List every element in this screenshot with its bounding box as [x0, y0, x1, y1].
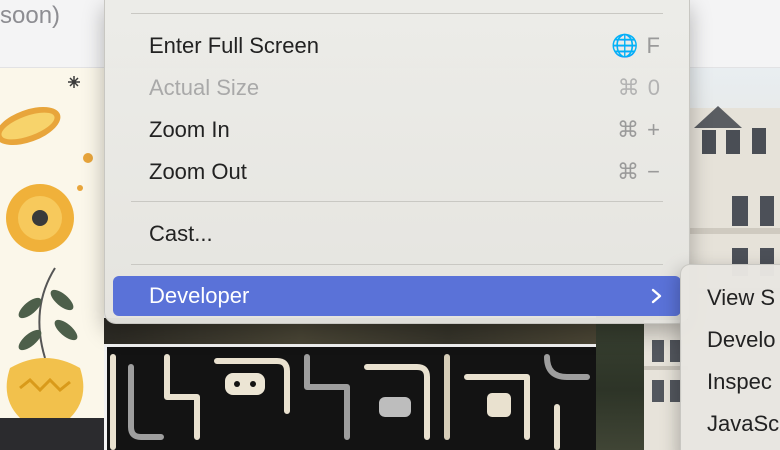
menu-item-enter-full-screen[interactable]: Enter Full Screen 🌐 F — [113, 26, 681, 66]
command-shortcut: ⌘ 0 — [617, 75, 661, 100]
search-hint-text: soon) — [0, 2, 61, 29]
dark-tile-edge — [0, 418, 104, 450]
menu-item-developer[interactable]: Developer — [113, 276, 681, 316]
menu-item-label: Zoom Out — [149, 159, 247, 184]
menu-item-label: Developer — [149, 283, 250, 308]
view-menu-dropdown: Enter Full Screen 🌐 F Actual Size ⌘ 0 Zo… — [104, 0, 690, 324]
circuit-pattern-tile[interactable] — [104, 344, 596, 450]
command-shortcut: ⌘ − — [617, 159, 661, 184]
floral-artwork — [0, 76, 93, 418]
menu-item-actual-size: Actual Size ⌘ 0 — [113, 68, 681, 108]
submenu-item-view-source[interactable]: View S — [707, 285, 775, 315]
floral-illustration-tile[interactable] — [0, 68, 104, 418]
submenu-item-javascript[interactable]: JavaSc — [707, 411, 779, 441]
developer-submenu: View S Develo Inspec JavaSc — [680, 264, 780, 450]
menu-item-label: Enter Full Screen — [149, 33, 319, 58]
menu-item-zoom-out[interactable]: Zoom Out ⌘ − — [113, 152, 681, 192]
chevron-right-icon — [651, 288, 662, 304]
menu-item-label: Actual Size — [149, 75, 260, 100]
command-shortcut: ⌘ + — [617, 117, 661, 142]
menu-separator — [131, 13, 663, 14]
submenu-item-inspect[interactable]: Inspec — [707, 369, 772, 399]
menu-item-label: Zoom In — [149, 117, 230, 142]
submenu-item-developer-tools[interactable]: Develo — [707, 327, 775, 357]
menu-item-cast[interactable]: Cast... — [113, 214, 681, 254]
menu-item-label: Cast... — [149, 221, 213, 246]
menu-separator — [131, 264, 663, 265]
circuit-artwork — [110, 354, 590, 450]
menu-separator — [131, 201, 663, 202]
menu-item-zoom-in[interactable]: Zoom In ⌘ + — [113, 110, 681, 150]
globe-shortcut: 🌐 F — [611, 33, 661, 58]
